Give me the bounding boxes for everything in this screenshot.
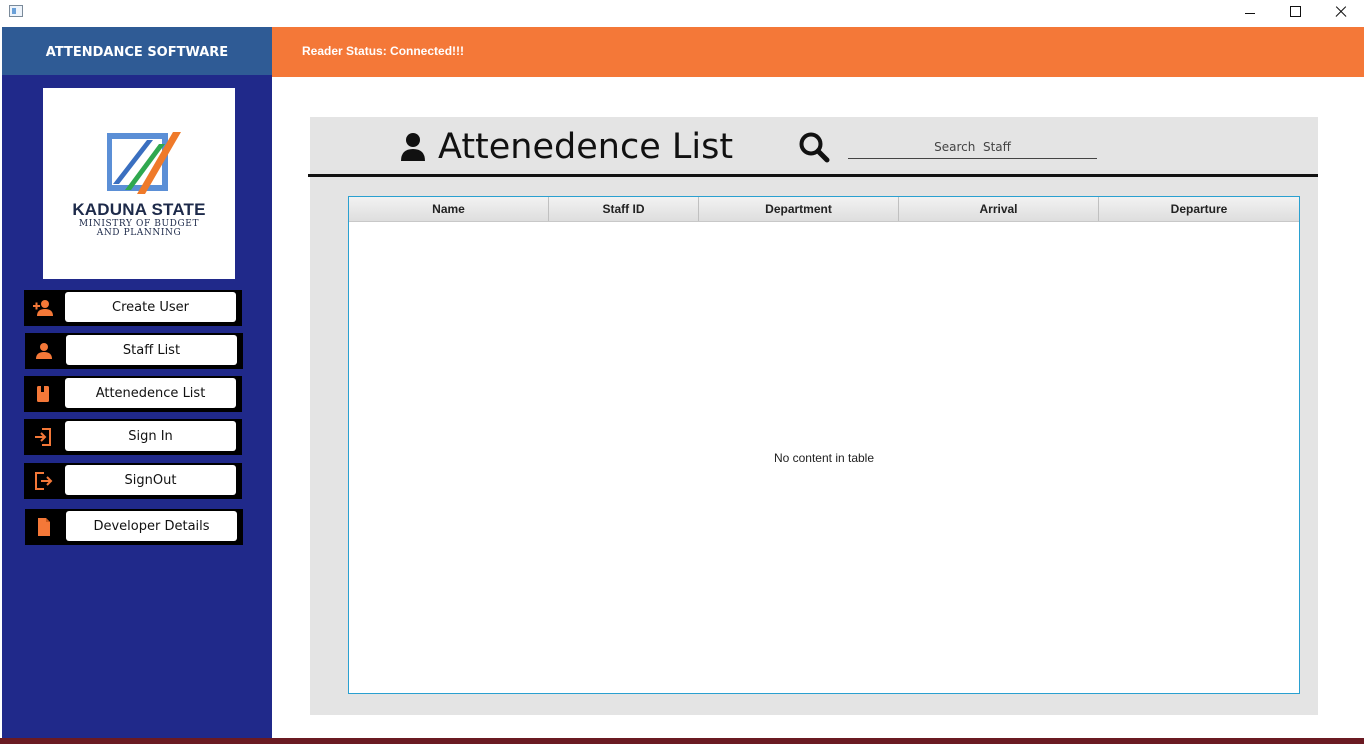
page-title: Attenedence List bbox=[438, 127, 734, 167]
sign-in-button[interactable]: Sign In bbox=[65, 421, 236, 451]
developer-details-button[interactable]: Developer Details bbox=[66, 511, 237, 541]
logo-subtitle: MINISTRY OF BUDGET AND PLANNING bbox=[43, 220, 235, 238]
create-user-button[interactable]: Create User bbox=[65, 292, 236, 322]
person-icon bbox=[36, 343, 52, 359]
close-button[interactable] bbox=[1318, 0, 1364, 27]
table-empty-message: No content in table bbox=[773, 451, 875, 465]
table-header: Name Staff ID Department Arrival Departu… bbox=[349, 197, 1299, 222]
column-header-arrival[interactable]: Arrival bbox=[899, 197, 1099, 221]
file-icon bbox=[38, 518, 50, 536]
staff-list-button[interactable]: Staff List bbox=[66, 335, 237, 365]
nav-sign-out[interactable]: SignOut bbox=[24, 463, 242, 499]
nav-developer-details[interactable]: Developer Details bbox=[25, 509, 243, 545]
column-header-staff-id[interactable]: Staff ID bbox=[549, 197, 699, 221]
nav-staff-list[interactable]: Staff List bbox=[25, 333, 243, 369]
person-icon bbox=[401, 133, 425, 161]
logo-title: KADUNA STATE bbox=[72, 200, 206, 219]
window-titlebar bbox=[0, 0, 1364, 27]
column-header-name[interactable]: Name bbox=[349, 197, 549, 221]
header-divider bbox=[308, 174, 1318, 177]
taskbar-edge bbox=[0, 738, 1364, 744]
organization-logo: KADUNA STATE MINISTRY OF BUDGET AND PLAN… bbox=[43, 88, 235, 279]
column-header-departure[interactable]: Departure bbox=[1099, 197, 1299, 221]
attendance-table[interactable]: Name Staff ID Department Arrival Departu… bbox=[348, 196, 1300, 694]
attendance-panel: Attenedence List Name Staff ID Departmen… bbox=[308, 117, 1318, 715]
sidebar: ATTENDANCE SOFTWARE KADUNA STATE MINISTR… bbox=[2, 27, 272, 744]
nav-create-user[interactable]: Create User bbox=[24, 290, 242, 326]
sign-in-icon bbox=[35, 428, 51, 446]
add-user-icon bbox=[33, 300, 53, 316]
reader-status-text: Reader Status: Connected!!! bbox=[302, 44, 465, 58]
logo-subtitle-line2: AND PLANNING bbox=[96, 228, 182, 238]
minimize-button[interactable] bbox=[1227, 0, 1273, 27]
kaduna-logo-mark-icon bbox=[107, 132, 181, 194]
nav-sign-in[interactable]: Sign In bbox=[24, 419, 242, 455]
app-window-icon bbox=[9, 5, 23, 17]
book-icon bbox=[37, 386, 49, 402]
sign-out-button[interactable]: SignOut bbox=[65, 465, 236, 495]
search-staff-input[interactable] bbox=[848, 135, 1097, 159]
sidebar-header: ATTENDANCE SOFTWARE bbox=[2, 27, 272, 75]
column-header-department[interactable]: Department bbox=[699, 197, 899, 221]
sign-out-icon bbox=[35, 472, 53, 490]
maximize-button[interactable] bbox=[1272, 0, 1318, 27]
search-icon[interactable] bbox=[798, 131, 830, 163]
reader-status-bar: Reader Status: Connected!!! bbox=[272, 27, 1364, 77]
attendance-list-button[interactable]: Attenedence List bbox=[65, 378, 236, 408]
nav-attendance-list[interactable]: Attenedence List bbox=[24, 376, 242, 412]
